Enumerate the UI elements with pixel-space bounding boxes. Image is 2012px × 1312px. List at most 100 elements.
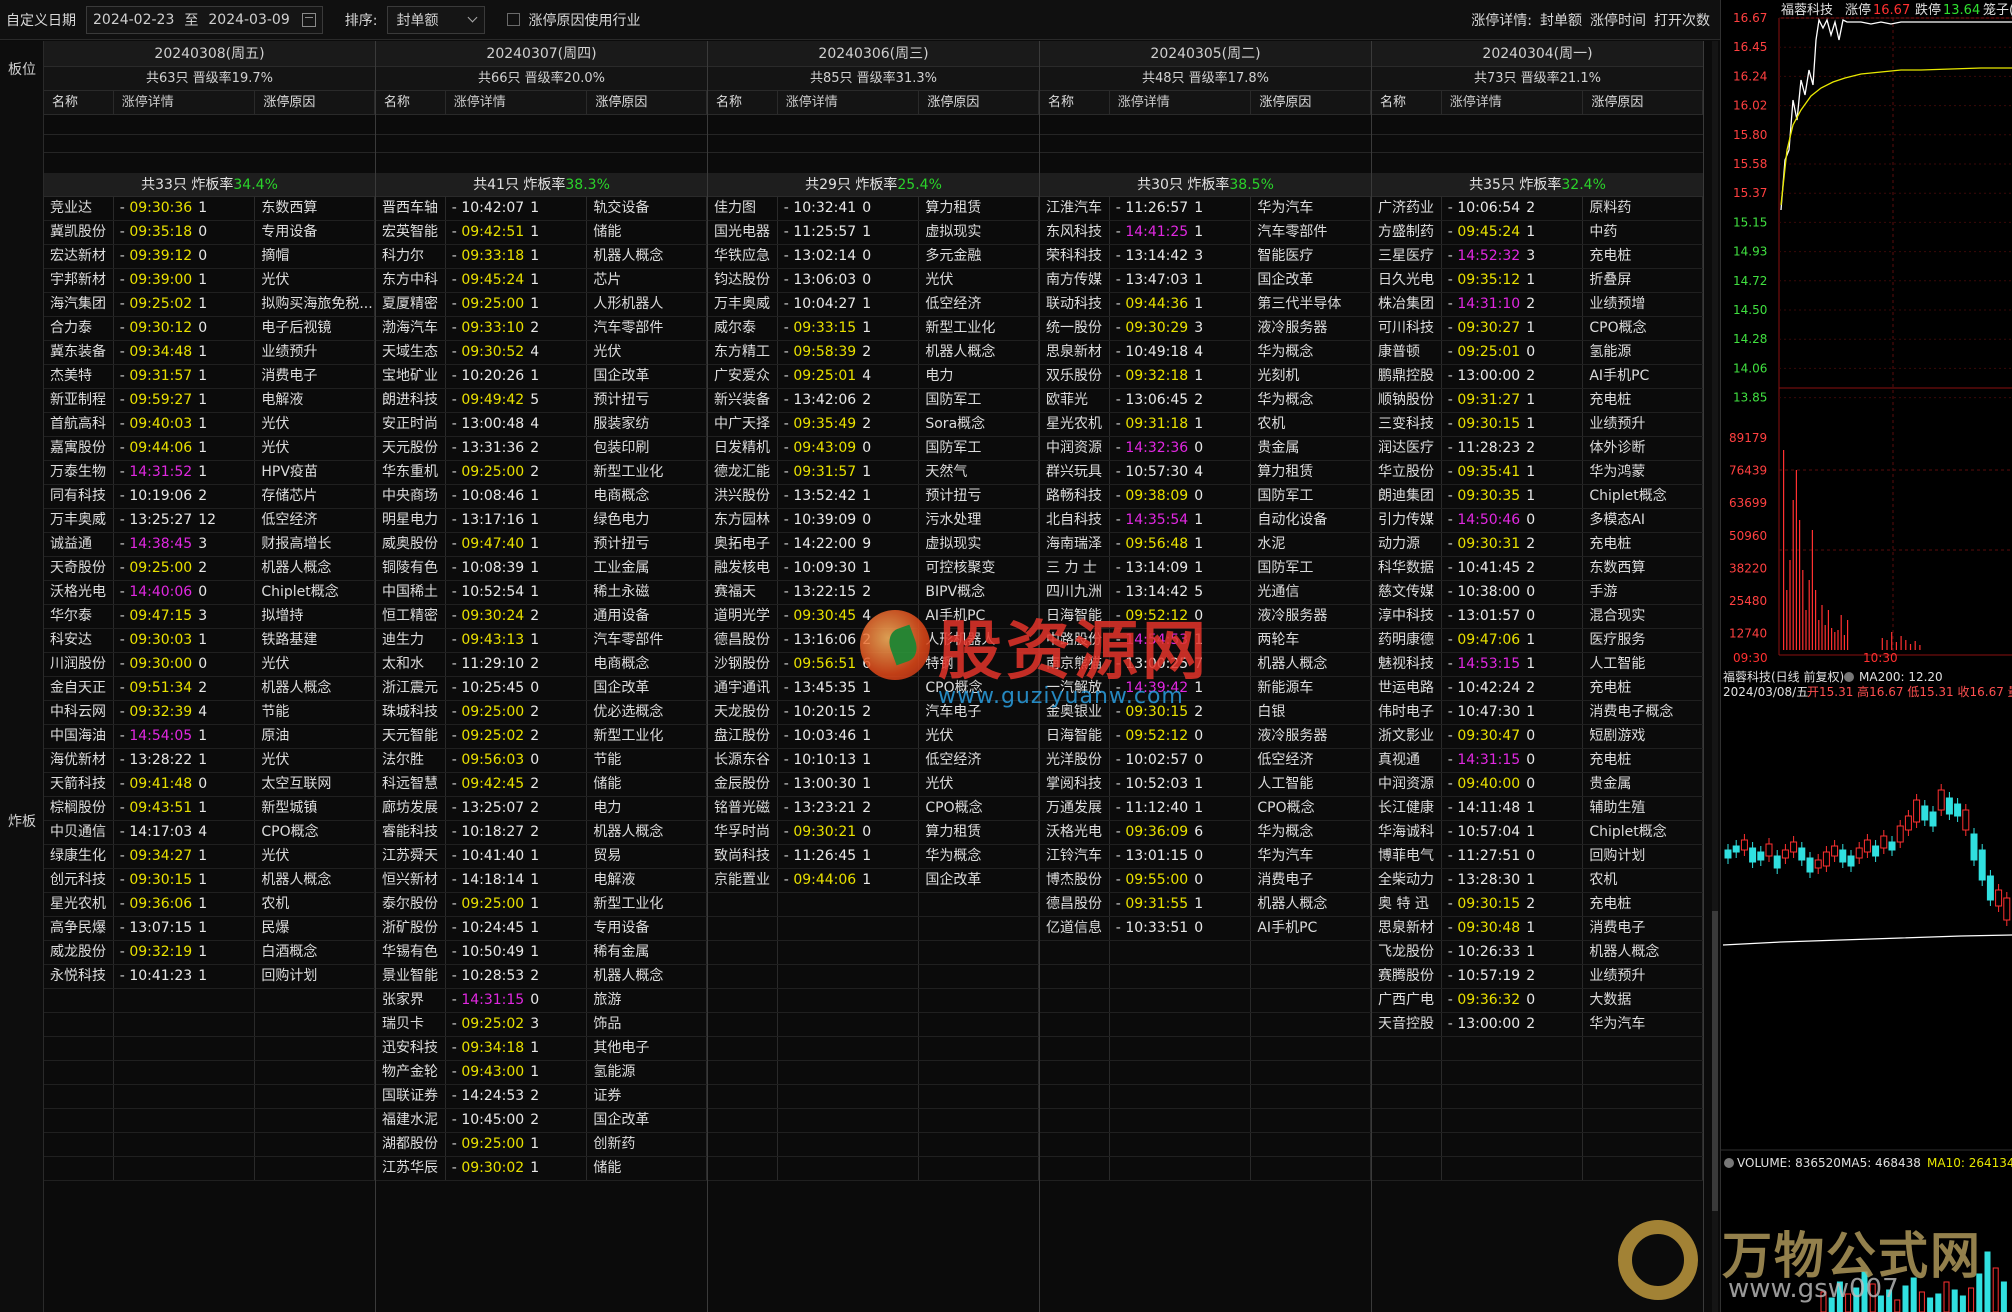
stock-name[interactable]: 盘江股份 [708,725,778,748]
stock-row[interactable]: 中科云网 - 09:32:39 4 节能 [44,701,375,725]
stock-name[interactable]: 群兴玩具 [1040,461,1110,484]
stock-row[interactable]: 迅安科技 - 09:34:18 1 其他电子 [376,1037,707,1061]
stock-row[interactable]: 华铁应急 - 13:02:14 0 多元金融 [708,245,1039,269]
stock-row[interactable]: 亿道信息 - 10:33:51 0 AI手机PC [1040,917,1371,941]
stock-row[interactable]: 双乐股份 - 09:32:18 1 光刻机 [1040,365,1371,389]
stock-name[interactable]: 德昌股份 [708,629,778,652]
stock-row[interactable]: 首航高科 - 09:40:03 1 光伏 [44,413,375,437]
stock-name[interactable]: 棕榈股份 [44,797,114,820]
stock-name[interactable]: 江淮汽车 [1040,197,1110,220]
day-date-header[interactable]: 20240307(周四) [376,41,707,67]
stock-row[interactable]: 欧菲光 - 13:06:45 2 华为概念 [1040,389,1371,413]
stock-row[interactable]: 渤海汽车 - 09:33:10 2 汽车零部件 [376,317,707,341]
stock-row[interactable]: 金辰股份 - 13:00:30 1 光伏 [708,773,1039,797]
stock-name[interactable]: 华海诚科 [1372,821,1442,844]
stock-name[interactable]: 首航高科 [44,413,114,436]
stock-name[interactable]: 三变科技 [1372,413,1442,436]
stock-row[interactable]: 杰美特 - 09:31:57 1 消费电子 [44,365,375,389]
stock-row[interactable]: 广安爱众 - 09:25:01 4 电力 [708,365,1039,389]
stock-name[interactable]: 中科云网 [44,701,114,724]
stock-name[interactable]: 科安达 [44,629,114,652]
stock-name[interactable]: 万通发展 [1040,797,1110,820]
stock-name[interactable]: 方盛制药 [1372,221,1442,244]
col-header-name[interactable]: 名称 [44,91,114,114]
stock-name[interactable]: 恒兴新材 [376,869,446,892]
stock-row[interactable]: 星光农机 - 09:31:18 1 农机 [1040,413,1371,437]
stock-name[interactable]: 同有科技 [44,485,114,508]
stock-name[interactable]: 东方园林 [708,509,778,532]
stock-row[interactable]: 科安达 - 09:30:03 1 铁路基建 [44,629,375,653]
stock-name[interactable]: 新亚制程 [44,389,114,412]
stock-row[interactable]: 铜陵有色 - 10:08:39 1 工业金属 [376,557,707,581]
stock-name[interactable]: 通宇通讯 [708,677,778,700]
stock-row[interactable]: 荣科科技 - 13:14:42 3 智能医疗 [1040,245,1371,269]
stock-name[interactable]: 晋西车轴 [376,197,446,220]
stock-row[interactable]: 群兴玩具 - 10:57:30 4 算力租赁 [1040,461,1371,485]
stock-name[interactable]: 魅视科技 [1372,653,1442,676]
stock-name[interactable]: 博菲电气 [1372,845,1442,868]
stock-row[interactable]: 伟时电子 - 10:47:30 1 消费电子概念 [1372,701,1703,725]
stock-row[interactable]: 中国海油 - 14:54:05 1 原油 [44,725,375,749]
col-header-reason[interactable]: 涨停原因 [255,91,375,114]
stock-row[interactable]: 三星医疗 - 14:52:32 3 充电桩 [1372,245,1703,269]
stock-row[interactable]: 威尔泰 - 09:33:15 1 新型工业化 [708,317,1039,341]
stock-name[interactable]: 道明光学 [708,605,778,628]
stock-name[interactable]: 北自科技 [1040,509,1110,532]
stock-name[interactable]: 致尚科技 [708,845,778,868]
col-header-reason[interactable]: 涨停原因 [1251,91,1371,114]
stock-name[interactable]: 泰尔股份 [376,893,446,916]
stock-name[interactable]: 佳力图 [708,197,778,220]
stock-name[interactable]: 珠城科技 [376,701,446,724]
stock-name[interactable]: 永悦科技 [44,965,114,988]
stock-row[interactable]: 宏达新材 - 09:39:12 0 摘帽 [44,245,375,269]
vertical-scrollbar[interactable] [1712,41,1718,1312]
stock-row[interactable]: 冀东装备 - 09:34:48 1 业绩预升 [44,341,375,365]
stock-row[interactable]: 宝地矿业 - 10:20:26 1 国企改革 [376,365,707,389]
stock-name[interactable]: 海南瑞泽 [1040,533,1110,556]
stock-name[interactable]: 沃格光电 [1040,821,1110,844]
stock-name[interactable]: 中央商场 [376,485,446,508]
stock-name[interactable]: 统一股份 [1040,317,1110,340]
stock-name[interactable]: 思泉新材 [1040,341,1110,364]
stock-name[interactable]: 安正时尚 [376,413,446,436]
stock-name[interactable]: 福建水泥 [376,1109,446,1132]
industry-checkbox[interactable] [507,13,521,26]
stock-row[interactable]: 引力传媒 - 14:50:46 0 多模态AI [1372,509,1703,533]
stock-row[interactable]: 恒工精密 - 09:30:24 2 通用设备 [376,605,707,629]
stock-row[interactable]: 宏英智能 - 09:42:51 1 储能 [376,221,707,245]
stock-name[interactable]: 赛腾股份 [1372,965,1442,988]
stock-row[interactable]: 南方传媒 - 13:47:03 1 国企改革 [1040,269,1371,293]
stock-row[interactable]: 诚益通 - 14:38:45 3 财报高增长 [44,533,375,557]
stock-name[interactable]: 中贝通信 [44,821,114,844]
stock-name[interactable]: 广西广电 [1372,989,1442,1012]
stock-name[interactable]: 威尔泰 [708,317,778,340]
stock-name[interactable]: 京能置业 [708,869,778,892]
stock-name[interactable]: 嘉寓股份 [44,437,114,460]
stock-row[interactable]: 方盛制药 - 09:45:24 1 中药 [1372,221,1703,245]
col-header-reason[interactable]: 涨停原因 [1583,91,1703,114]
col-header-detail[interactable]: 涨停详情 [1110,91,1252,114]
stock-name[interactable]: 淳中科技 [1372,605,1442,628]
stock-row[interactable]: 中广天择 - 09:35:49 2 Sora概念 [708,413,1039,437]
stock-name[interactable]: 德龙汇能 [708,461,778,484]
stock-row[interactable]: 华尔泰 - 09:47:15 3 拟增持 [44,605,375,629]
stock-name[interactable]: 廊坊发展 [376,797,446,820]
stock-row[interactable]: 海优新材 - 13:28:22 1 光伏 [44,749,375,773]
stock-row[interactable]: 天元智能 - 09:25:02 2 新型工业化 [376,725,707,749]
stock-name[interactable]: 华锡有色 [376,941,446,964]
stock-row[interactable]: 法尔胜 - 09:56:03 0 节能 [376,749,707,773]
stock-name[interactable]: 天音控股 [1372,1013,1442,1036]
stock-name[interactable]: 高争民爆 [44,917,114,940]
stock-row[interactable]: 洪兴股份 - 13:52:42 1 预计扭亏 [708,485,1039,509]
stock-row[interactable]: 瑞贝卡 - 09:25:02 3 饰品 [376,1013,707,1037]
stock-row[interactable]: 钧达股份 - 13:06:03 0 光伏 [708,269,1039,293]
stock-name[interactable]: 迅安科技 [376,1037,446,1060]
stock-row[interactable]: 浙江震元 - 10:25:45 0 国企改革 [376,677,707,701]
stock-name[interactable]: 迪生力 [376,629,446,652]
stock-row[interactable]: 可川科技 - 09:30:27 1 CPO概念 [1372,317,1703,341]
stock-name[interactable]: 动力源 [1372,533,1442,556]
stock-name[interactable]: 中润资源 [1040,437,1110,460]
stock-row[interactable]: 江苏华辰 - 09:30:02 1 储能 [376,1157,707,1181]
stock-name[interactable]: 星光农机 [1040,413,1110,436]
sort-select[interactable]: 封单额 [387,5,486,34]
